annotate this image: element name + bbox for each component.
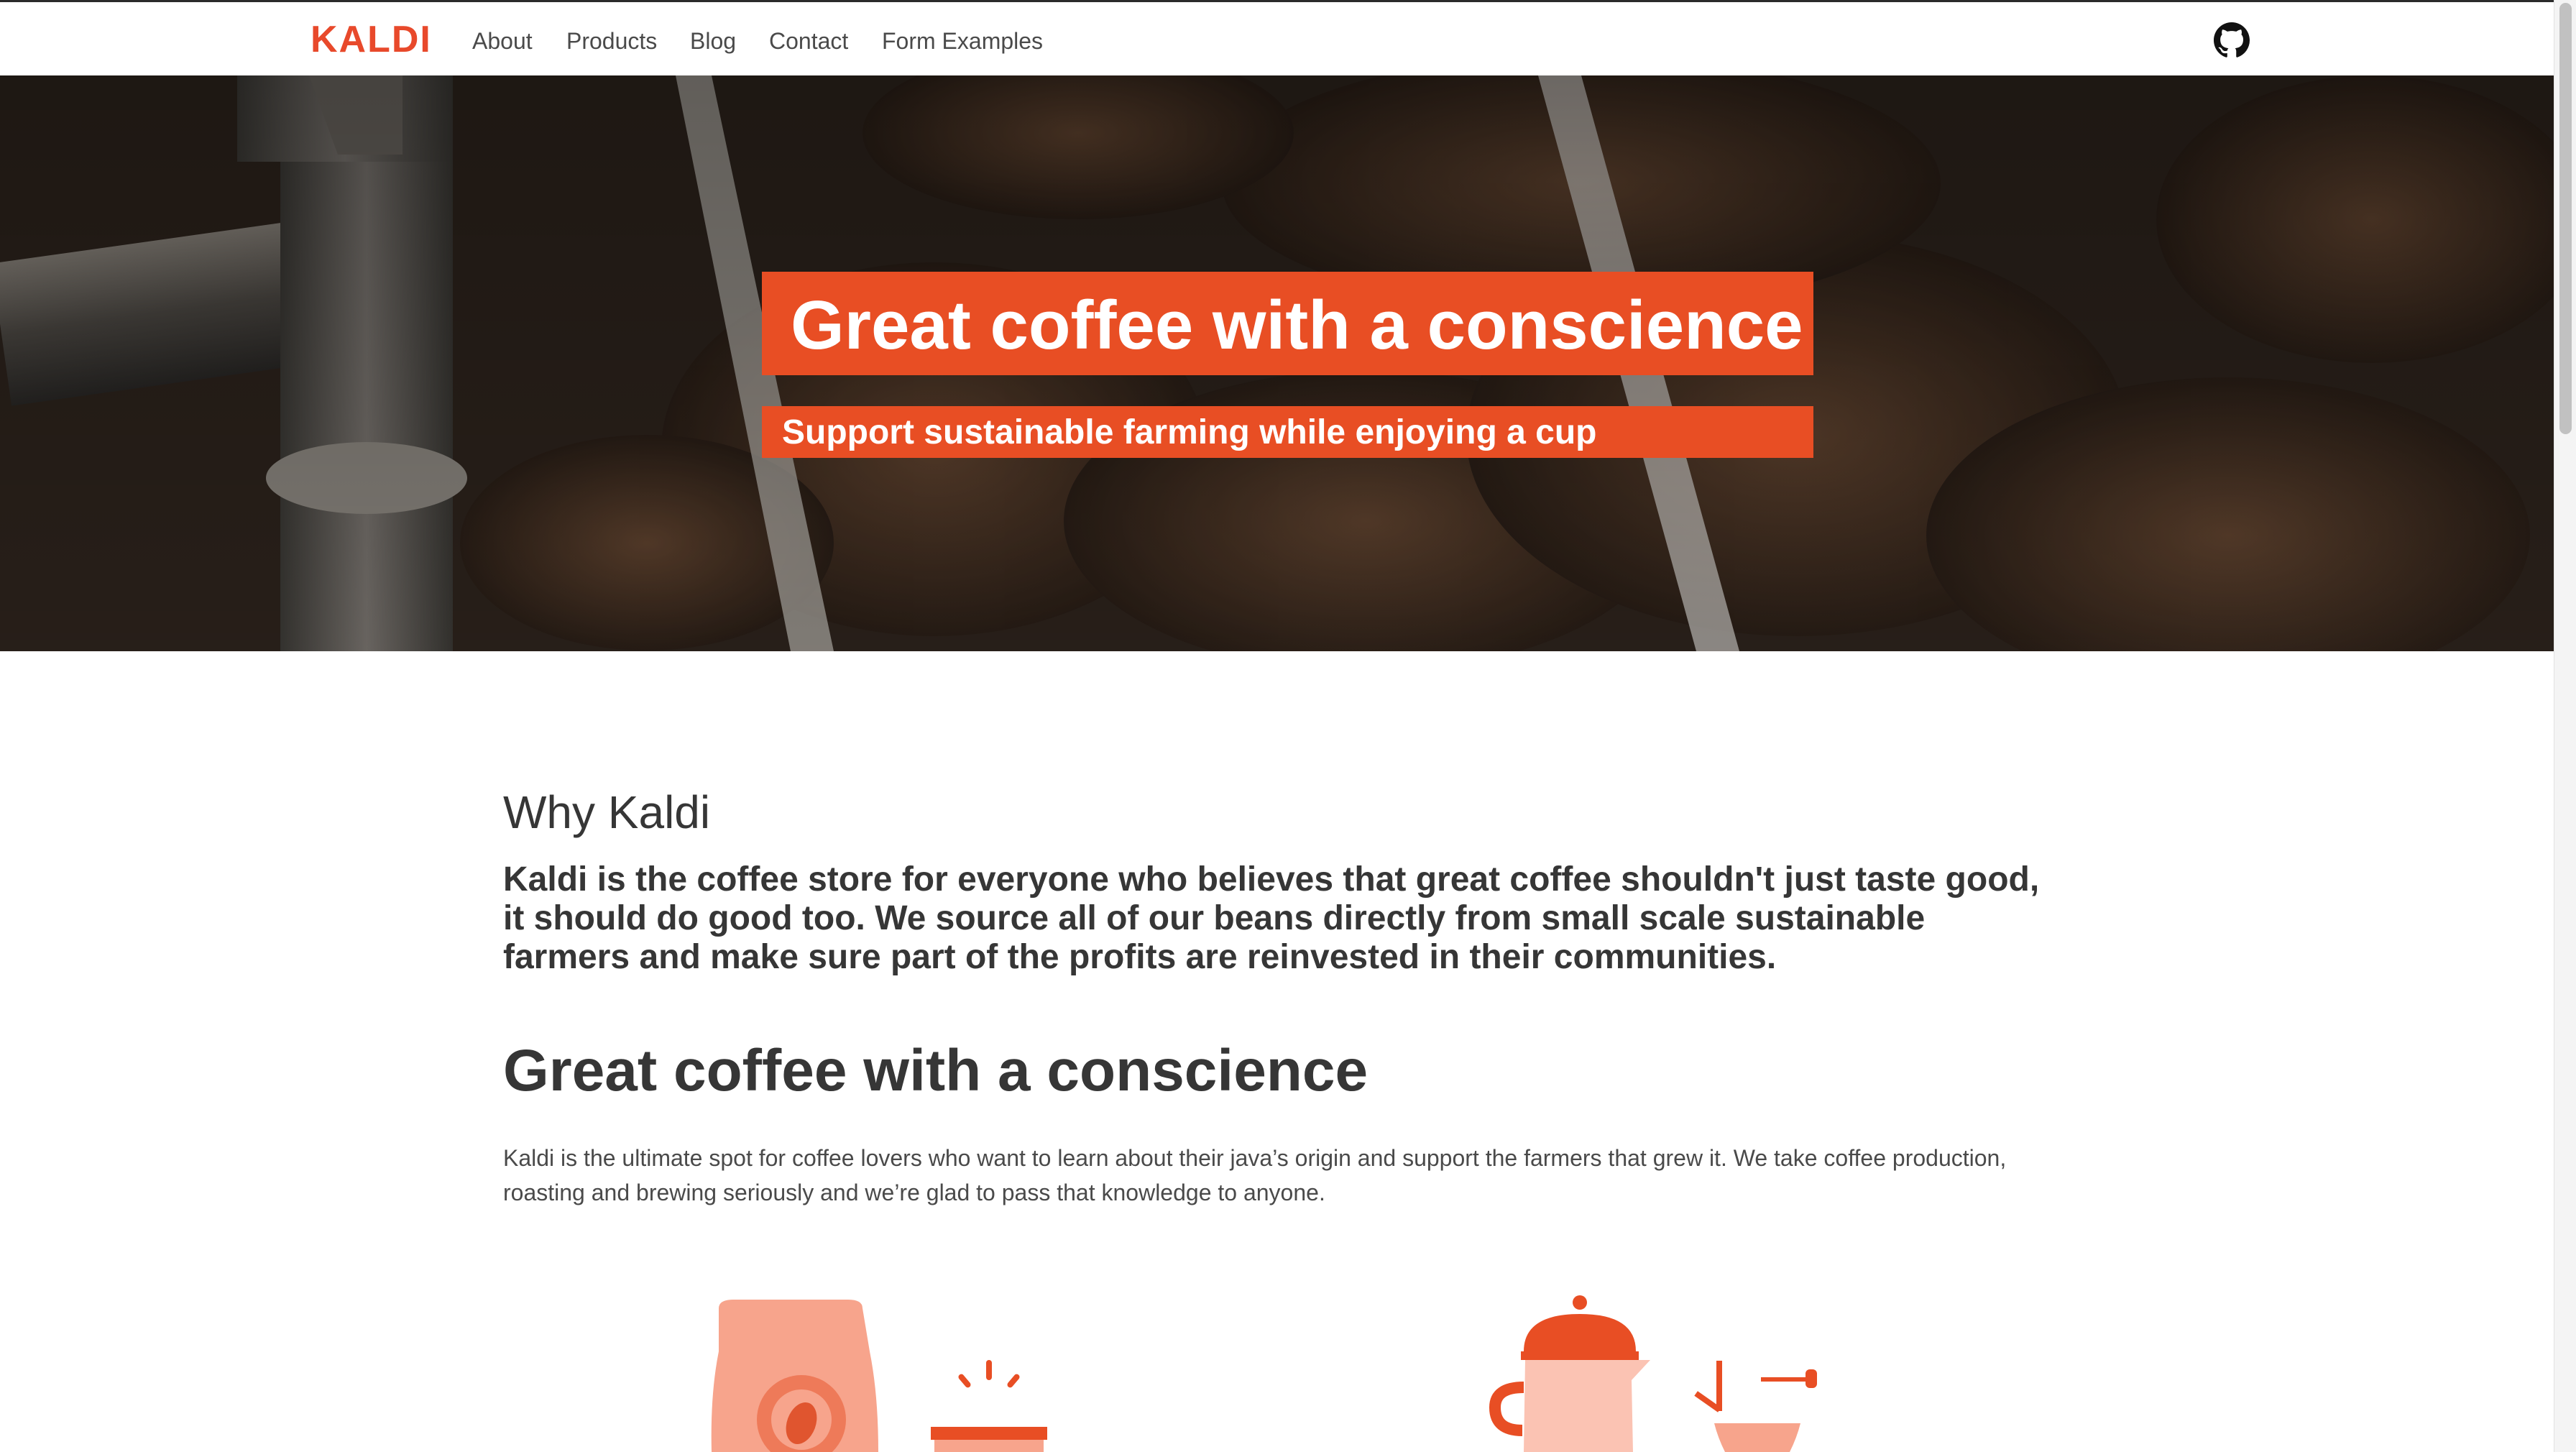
why-kaldi-title: Why Kaldi: [503, 786, 711, 838]
nav-item-contact[interactable]: Contact: [769, 27, 848, 55]
coffee-bag-icon: [711, 1300, 1047, 1452]
nav-item-products[interactable]: Products: [566, 27, 657, 55]
coffee-pot-icon: [1489, 1295, 1817, 1452]
conscience-heading: Great coffee with a conscience: [503, 1038, 1368, 1103]
hero-subtitle: Support sustainable farming while enjoyi…: [782, 413, 1597, 451]
hero-title-box: Great coffee with a conscience: [762, 272, 1813, 375]
github-icon[interactable]: [2214, 22, 2250, 58]
hero: Great coffee with a conscience Support s…: [0, 75, 2554, 651]
conscience-body: Kaldi is the ultimate spot for coffee lo…: [503, 1145, 2007, 1205]
kaldi-logo[interactable]: KALDI: [310, 18, 432, 61]
why-kaldi-lead: Kaldi is the coffee store for everyone w…: [503, 860, 2040, 976]
navbar: KALDI About Products Blog Contact Form E…: [0, 0, 2554, 75]
nav-item-blog[interactable]: Blog: [690, 27, 736, 55]
nav-item-form-examples[interactable]: Form Examples: [882, 27, 1043, 55]
nav-item-about[interactable]: About: [472, 27, 533, 55]
scrollbar-thumb[interactable]: [2559, 3, 2572, 434]
hero-title: Great coffee with a conscience: [791, 287, 1803, 364]
page-scrollbar[interactable]: [2554, 0, 2576, 1452]
hero-subtitle-box: Support sustainable farming while enjoyi…: [762, 406, 1813, 458]
